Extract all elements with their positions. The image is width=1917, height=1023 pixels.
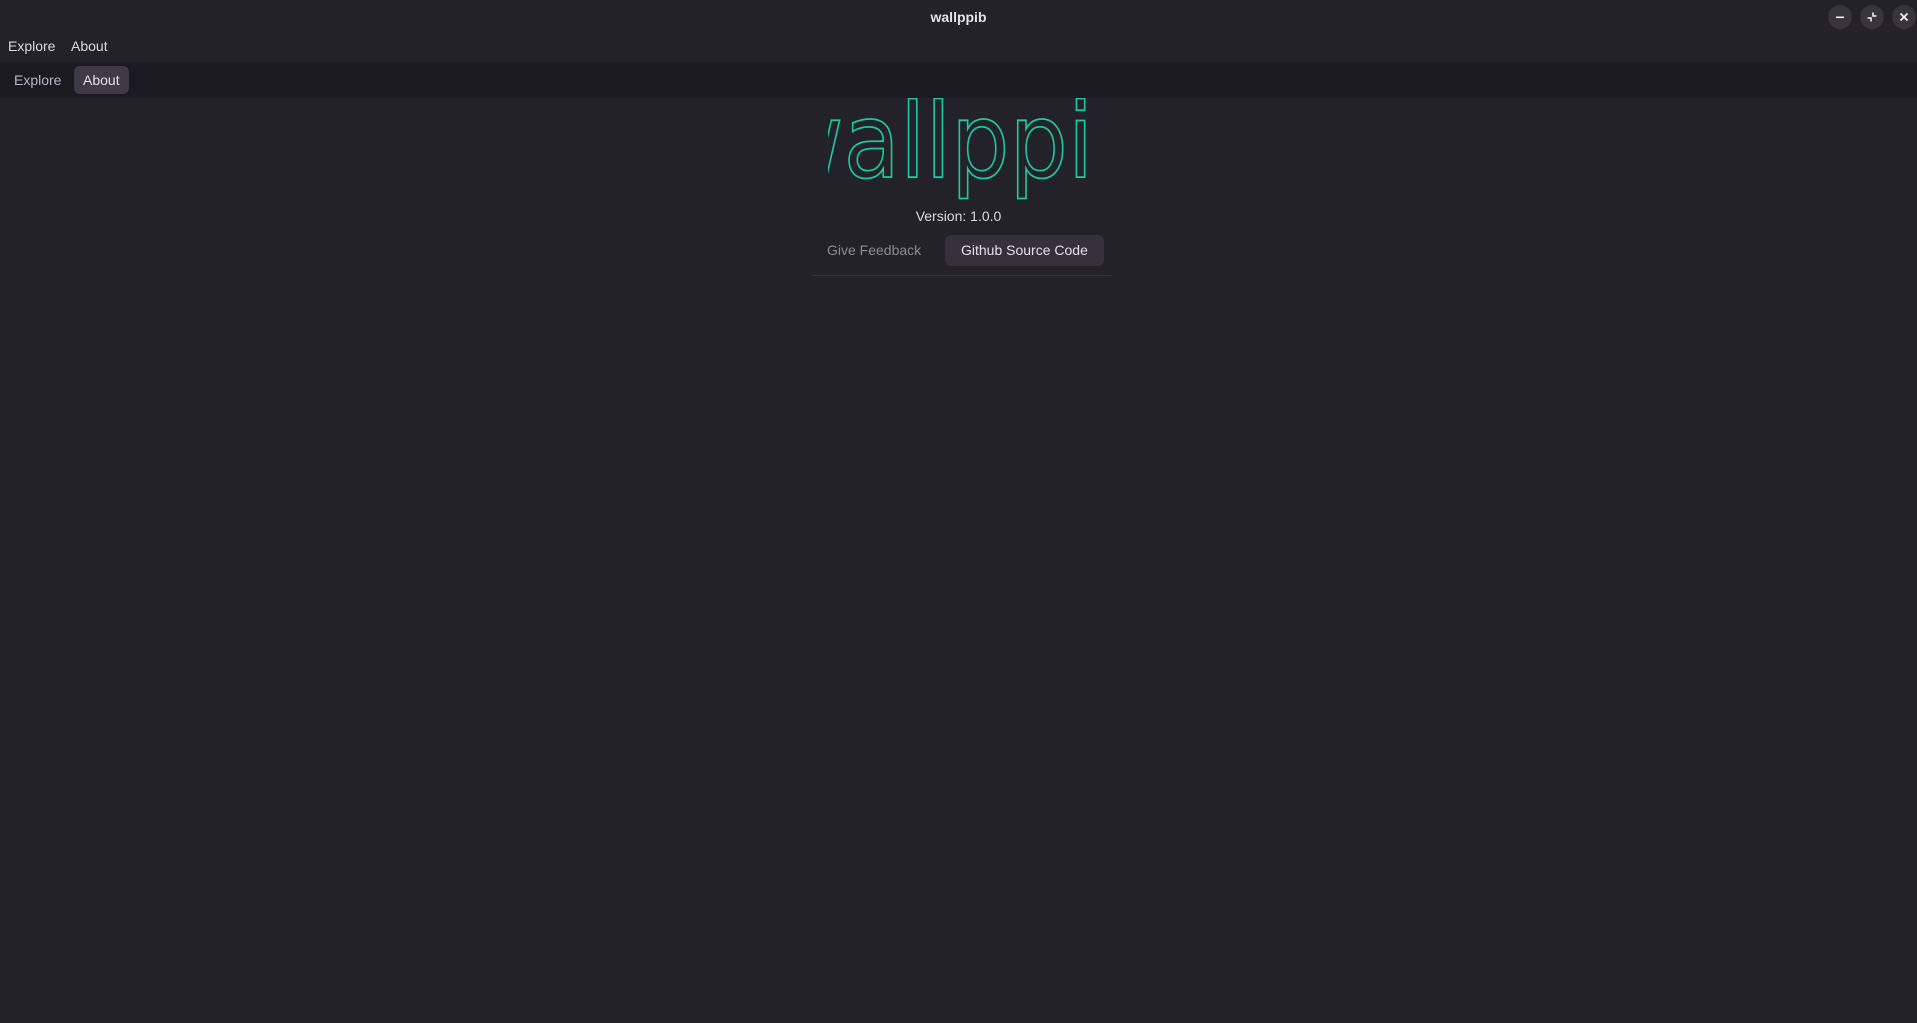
tab-bar: Explore About: [0, 62, 1917, 98]
tab-explore[interactable]: Explore: [5, 66, 70, 94]
menu-about[interactable]: About: [71, 38, 108, 54]
restore-icon: [1867, 12, 1877, 22]
about-page: wallppib Version: 1.0.0 Give Feedback Gi…: [0, 98, 1917, 1023]
menu-explore[interactable]: Explore: [8, 38, 55, 54]
app-logo: wallppib: [828, 98, 1092, 202]
menu-bar: Explore About: [0, 36, 1917, 58]
give-feedback-button[interactable]: Give Feedback: [811, 235, 937, 266]
minimize-button[interactable]: [1828, 5, 1852, 29]
tab-about[interactable]: About: [74, 66, 129, 94]
close-icon: [1899, 12, 1909, 22]
restore-button[interactable]: [1860, 5, 1884, 29]
window-title: wallppib: [930, 9, 987, 25]
logo-text: wallppib: [828, 98, 1092, 202]
version-label: Version: 1.0.0: [915, 208, 1002, 224]
title-bar: wallppib: [0, 0, 1917, 34]
github-source-code-button[interactable]: Github Source Code: [945, 235, 1104, 266]
minimize-icon: [1836, 16, 1844, 19]
about-actions: Give Feedback Github Source Code: [811, 235, 1111, 276]
app-window: wallppib Explore About Explore About all…: [0, 0, 1917, 1023]
close-button[interactable]: [1892, 5, 1916, 29]
window-controls: [1797, 5, 1917, 29]
